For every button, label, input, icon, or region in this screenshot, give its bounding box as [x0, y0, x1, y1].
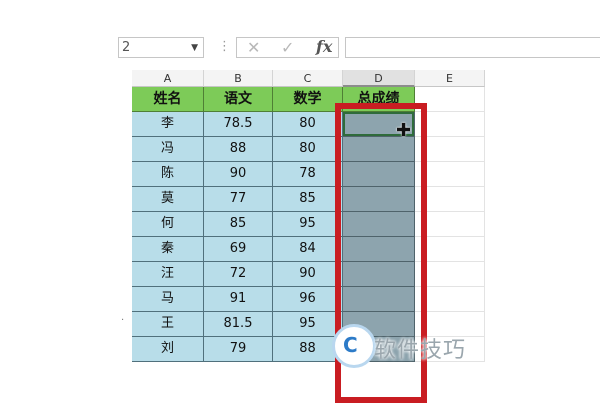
name-cell[interactable]: 何	[132, 212, 204, 237]
table-header-cell[interactable]: 姓名	[132, 87, 204, 112]
name-cell[interactable]: 王	[132, 312, 204, 337]
table-header-cell[interactable]: 语文	[204, 87, 273, 112]
column-header-a[interactable]: A	[132, 70, 204, 87]
name-cell[interactable]: 莫	[132, 187, 204, 212]
column-header-c[interactable]: C	[273, 70, 343, 87]
math-score-cell[interactable]: 80	[273, 112, 343, 137]
name-cell[interactable]: 冯	[132, 137, 204, 162]
watermark-text: 软件技巧	[374, 338, 467, 363]
table-header-cell[interactable]: 数学	[273, 87, 343, 112]
name-cell[interactable]: 刘	[132, 337, 204, 362]
watermark-logo: C	[332, 324, 376, 368]
math-score-cell[interactable]: 90	[273, 262, 343, 287]
name-cell[interactable]: 李	[132, 112, 204, 137]
column-header-e[interactable]: E	[415, 70, 485, 87]
chinese-score-cell[interactable]: 77	[204, 187, 273, 212]
chinese-score-cell[interactable]: 81.5	[204, 312, 273, 337]
chinese-score-cell[interactable]: 88	[204, 137, 273, 162]
name-cell[interactable]: 汪	[132, 262, 204, 287]
name-cell[interactable]: 马	[132, 287, 204, 312]
math-score-cell[interactable]: 95	[273, 212, 343, 237]
chinese-score-cell[interactable]: 78.5	[204, 112, 273, 137]
math-score-cell[interactable]: 80	[273, 137, 343, 162]
chinese-score-cell[interactable]: 91	[204, 287, 273, 312]
cell-cursor-icon: ✚	[396, 120, 412, 141]
math-score-cell[interactable]: 84	[273, 237, 343, 262]
column-header-d[interactable]: D	[343, 70, 415, 87]
row-header-fragment: ·	[121, 315, 125, 326]
chinese-score-cell[interactable]: 90	[204, 162, 273, 187]
watermark-logo-text: C	[343, 333, 358, 357]
name-cell[interactable]: 陈	[132, 162, 204, 187]
math-score-cell[interactable]: 96	[273, 287, 343, 312]
chinese-score-cell[interactable]: 72	[204, 262, 273, 287]
math-score-cell[interactable]: 85	[273, 187, 343, 212]
chinese-score-cell[interactable]: 69	[204, 237, 273, 262]
math-score-cell[interactable]: 78	[273, 162, 343, 187]
chinese-score-cell[interactable]: 85	[204, 212, 273, 237]
column-header-b[interactable]: B	[204, 70, 273, 87]
name-cell[interactable]: 秦	[132, 237, 204, 262]
chinese-score-cell[interactable]: 79	[204, 337, 273, 362]
watermark: C 软件技巧	[318, 318, 518, 380]
